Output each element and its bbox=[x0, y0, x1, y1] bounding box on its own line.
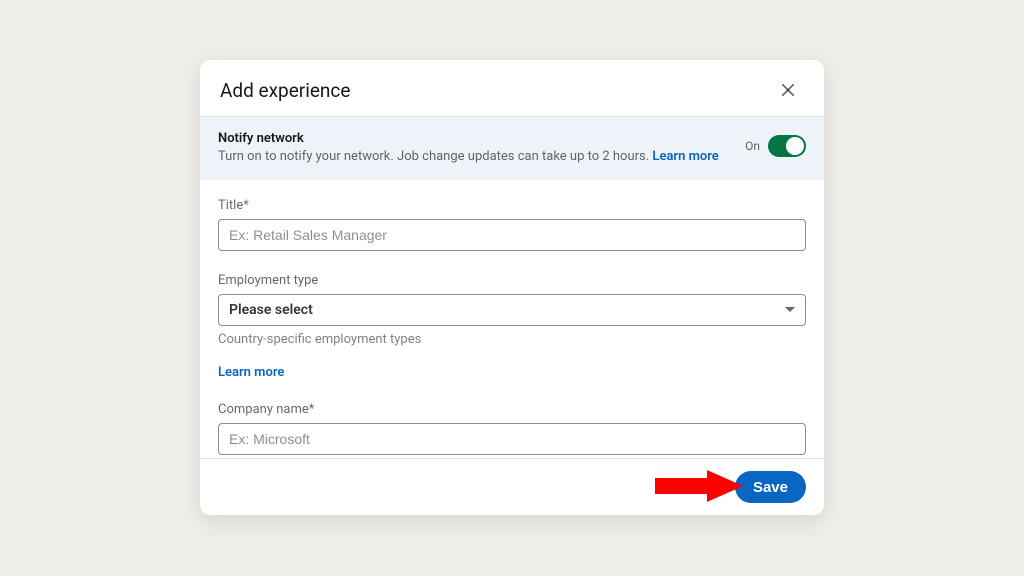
employment-type-label: Employment type bbox=[218, 273, 806, 288]
employment-type-selected: Please select bbox=[229, 302, 313, 318]
title-input[interactable] bbox=[218, 219, 806, 251]
form-area: Title* Employment type Please select Cou… bbox=[200, 180, 824, 458]
company-label: Company name* bbox=[218, 402, 806, 417]
notify-description: Turn on to notify your network. Job chan… bbox=[218, 148, 733, 166]
close-icon bbox=[779, 81, 797, 99]
close-button[interactable] bbox=[772, 74, 804, 106]
company-input[interactable] bbox=[218, 423, 806, 455]
notify-network-panel: Notify network Turn on to notify your ne… bbox=[200, 117, 824, 180]
modal-title: Add experience bbox=[220, 79, 350, 102]
notify-toggle[interactable] bbox=[768, 135, 806, 157]
save-button[interactable]: Save bbox=[735, 471, 806, 503]
modal-header: Add experience bbox=[200, 60, 824, 117]
notify-text: Notify network Turn on to notify your ne… bbox=[218, 131, 733, 166]
employment-type-group: Employment type Please select Country-sp… bbox=[218, 273, 806, 380]
notify-toggle-wrap: On bbox=[745, 131, 806, 157]
add-experience-modal: Add experience Notify network Turn on to… bbox=[200, 60, 824, 515]
notify-learn-more-link[interactable]: Learn more bbox=[652, 149, 718, 164]
employment-type-helper: Country-specific employment types bbox=[218, 332, 806, 347]
notify-description-text: Turn on to notify your network. Job chan… bbox=[218, 149, 652, 164]
title-label: Title* bbox=[218, 198, 806, 213]
employment-type-learn-more-link[interactable]: Learn more bbox=[218, 365, 284, 380]
company-group: Company name* bbox=[218, 402, 806, 455]
employment-type-select[interactable]: Please select bbox=[218, 294, 806, 326]
title-group: Title* bbox=[218, 198, 806, 251]
modal-footer: Save bbox=[200, 458, 824, 515]
modal-body[interactable]: Notify network Turn on to notify your ne… bbox=[200, 117, 824, 458]
chevron-down-icon bbox=[785, 307, 795, 312]
notify-heading: Notify network bbox=[218, 131, 733, 146]
toggle-state-label: On bbox=[745, 139, 760, 153]
